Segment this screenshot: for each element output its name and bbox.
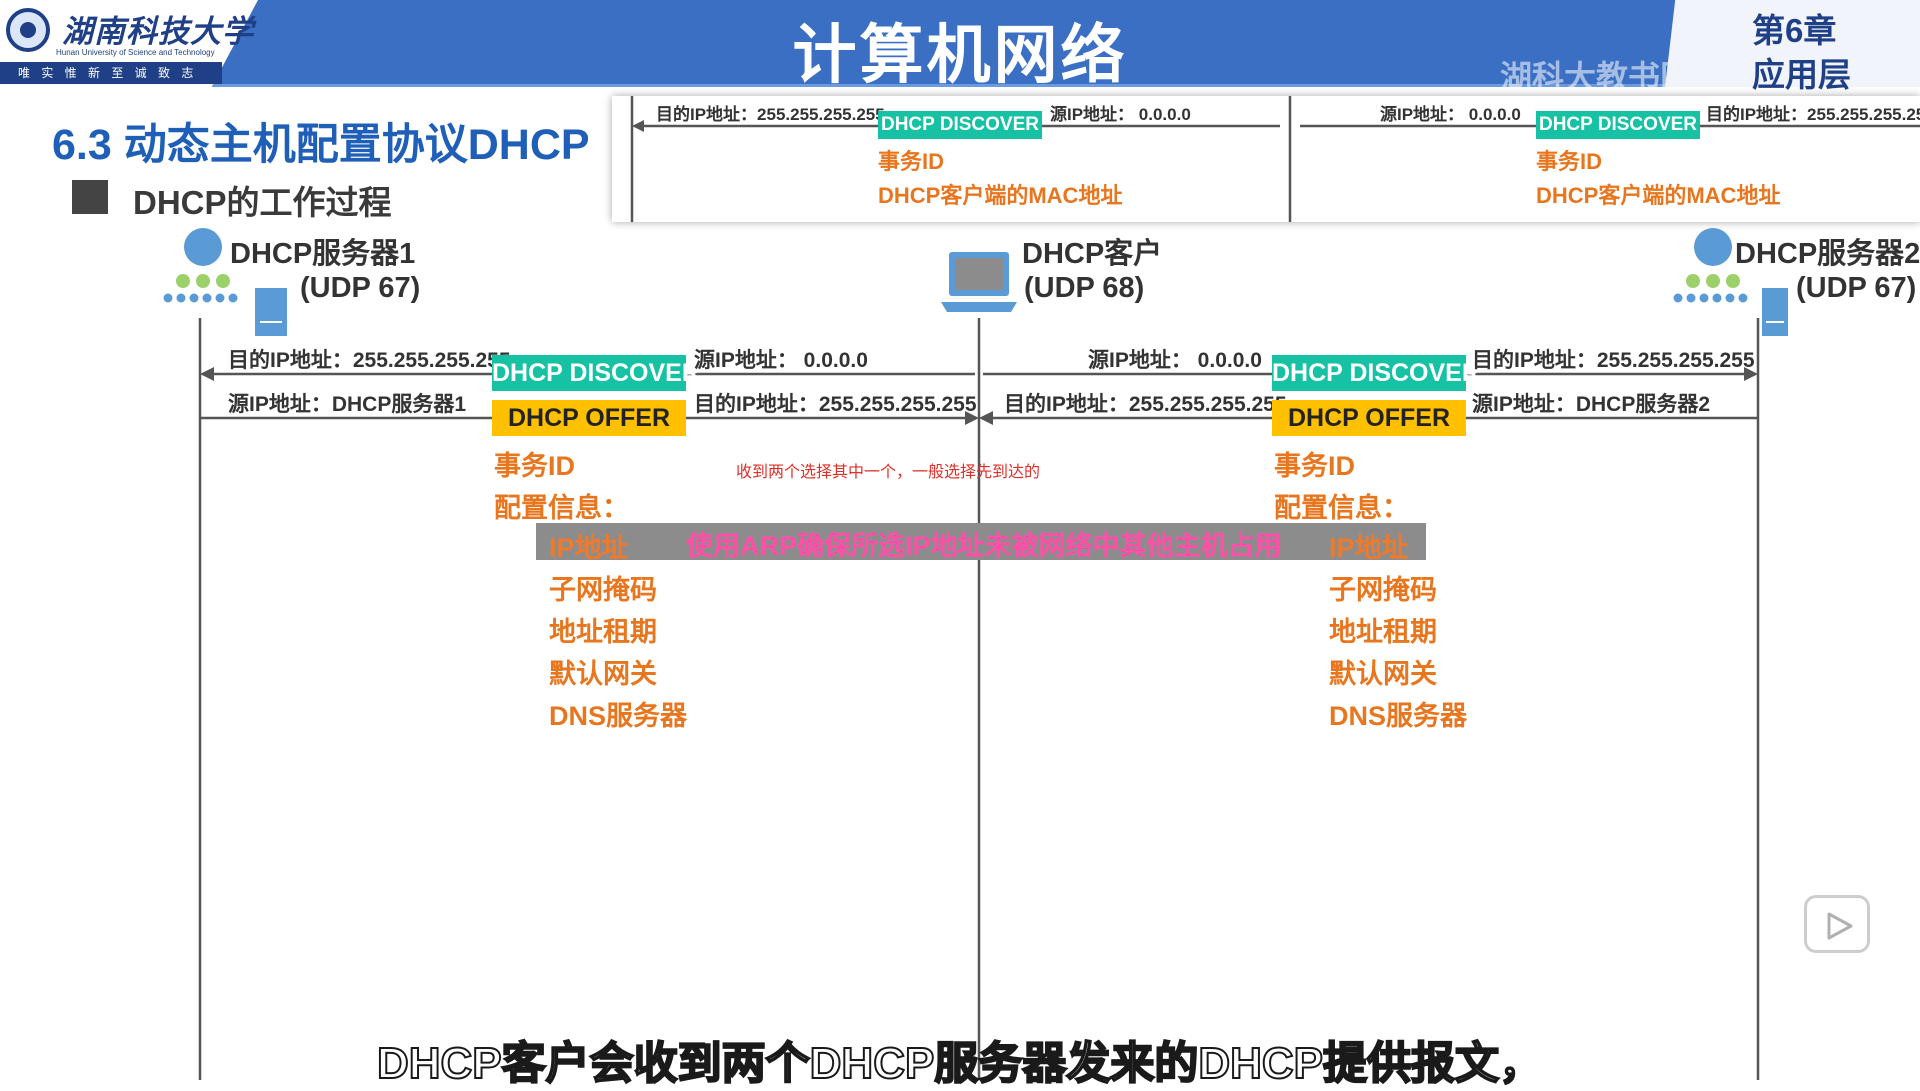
right-discover-badge: DHCP DISCOVER [1272,355,1480,391]
left-ip-address: IP地址 [549,533,629,563]
inset-left-src-ip: 源IP地址： 0.0.0.0 [1050,105,1191,124]
server1-name: DHCP服务器1 [230,238,416,270]
right-subnet-mask: 子网掩码 [1329,575,1437,605]
client-port: (UDP 68) [1024,272,1145,304]
left-offer-dest-ip: 目的IP地址：255.255.255.255 [694,393,977,416]
server2-port: (UDP 67) [1796,272,1917,304]
server1-port: (UDP 67) [300,272,421,304]
left-subnet-mask: 子网掩码 [549,575,657,605]
right-offer-src-ip: 源IP地址：DHCP服务器2 [1472,393,1711,416]
inset-right-discover-badge: DHCP DISCOVER [1536,111,1700,139]
laptop-icon [941,252,1017,312]
right-discover-src-ip: 源IP地址： 0.0.0.0 [1088,349,1262,372]
left-offer-badge: DHCP OFFER [492,400,686,436]
inset-box: 目的IP地址：255.255.255.255 DHCP DISCOVER 源IP… [612,96,1920,222]
play-icon [1827,912,1853,940]
right-dns: DNS服务器 [1329,701,1468,731]
left-lease: 地址租期 [549,617,657,647]
inset-right-src-ip: 源IP地址： 0.0.0.0 [1380,105,1521,124]
left-config: 配置信息： [494,493,629,523]
left-dns: DNS服务器 [549,701,688,731]
right-discover-dest-ip: 目的IP地址：255.255.255.255 [1472,349,1755,372]
inset-right-mac: DHCP客户端的MAC地址 [1536,183,1781,208]
left-discover-badge: DHCP DISCOVER [492,355,700,391]
inset-left-txn-id: 事务ID [878,149,945,174]
video-subtitle: DHCP客户会收到两个DHCP服务器发来的DHCP提供报文， [376,1038,1544,1089]
play-button[interactable] [1804,895,1870,953]
left-gateway: 默认网关 [549,659,657,689]
arp-note: 使用ARP确保所选IP地址未被网络中其他主机占用 [686,531,1282,561]
right-gateway: 默认网关 [1329,659,1437,689]
right-offer-dest-ip: 目的IP地址：255.255.255.255 [1004,393,1287,416]
left-discover-src-ip: 源IP地址： 0.0.0.0 [694,349,868,372]
right-txn-id: 事务ID [1274,451,1355,481]
inset-left-mac: DHCP客户端的MAC地址 [878,183,1123,208]
right-ip-address: IP地址 [1329,533,1409,563]
left-discover-dest-ip: 目的IP地址：255.255.255.255 [228,349,511,372]
left-txn-id: 事务ID [494,451,575,481]
inset-right-txn-id: 事务ID [1536,149,1603,174]
client-name: DHCP客户 [1022,238,1163,270]
right-offer-badge: DHCP OFFER [1272,400,1466,436]
inset-left-dest-ip: 目的IP地址：255.255.255.255 [656,105,885,124]
selection-note: 收到两个选择其中一个，一般选择先到达的 [736,464,1041,481]
inset-right-dest-ip: 目的IP地址：255.255.255.255 [1706,105,1920,124]
server2-name: DHCP服务器2 [1735,238,1920,270]
inset-left-discover-badge: DHCP DISCOVER [878,111,1042,139]
right-config: 配置信息： [1274,493,1409,523]
right-lease: 地址租期 [1329,617,1437,647]
left-offer-src-ip: 源IP地址：DHCP服务器1 [228,393,467,416]
